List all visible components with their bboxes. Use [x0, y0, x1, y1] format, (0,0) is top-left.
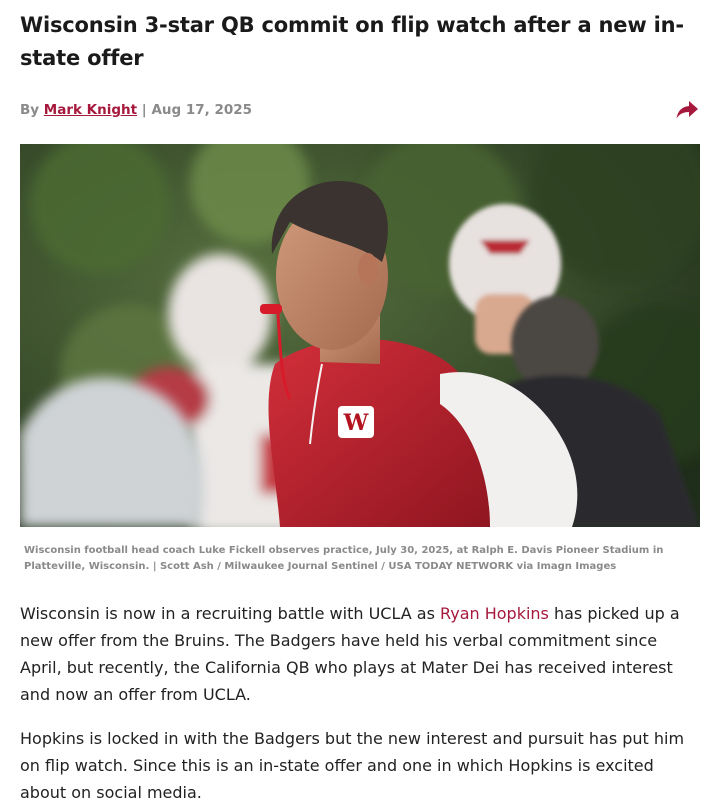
paragraph-text: Wisconsin is now in a recruiting battle …	[20, 604, 440, 623]
byline-prefix: By	[20, 102, 44, 118]
w-logo: W	[343, 410, 369, 436]
share-arrow-icon	[676, 101, 698, 119]
article-body: Wisconsin is now in a recruiting battle …	[20, 600, 702, 806]
player-link[interactable]: Ryan Hopkins	[440, 604, 549, 623]
article: Wisconsin 3-star QB commit on flip watch…	[0, 0, 720, 806]
author-link[interactable]: Mark Knight	[44, 102, 137, 118]
byline-separator: |	[137, 102, 152, 118]
paragraph: Hopkins is locked in with the Badgers bu…	[20, 729, 685, 802]
article-headline: Wisconsin 3-star QB commit on flip watch…	[20, 13, 684, 70]
hero-image: W	[20, 144, 700, 527]
share-button[interactable]	[674, 99, 700, 121]
image-caption: Wisconsin football head coach Luke Ficke…	[24, 545, 664, 572]
paragraph: Wisconsin is now in a recruiting battle …	[20, 600, 702, 708]
byline-row: By Mark Knight | Aug 17, 2025	[20, 99, 700, 121]
publish-date: Aug 17, 2025	[151, 102, 253, 118]
byline: By Mark Knight | Aug 17, 2025	[20, 102, 252, 118]
